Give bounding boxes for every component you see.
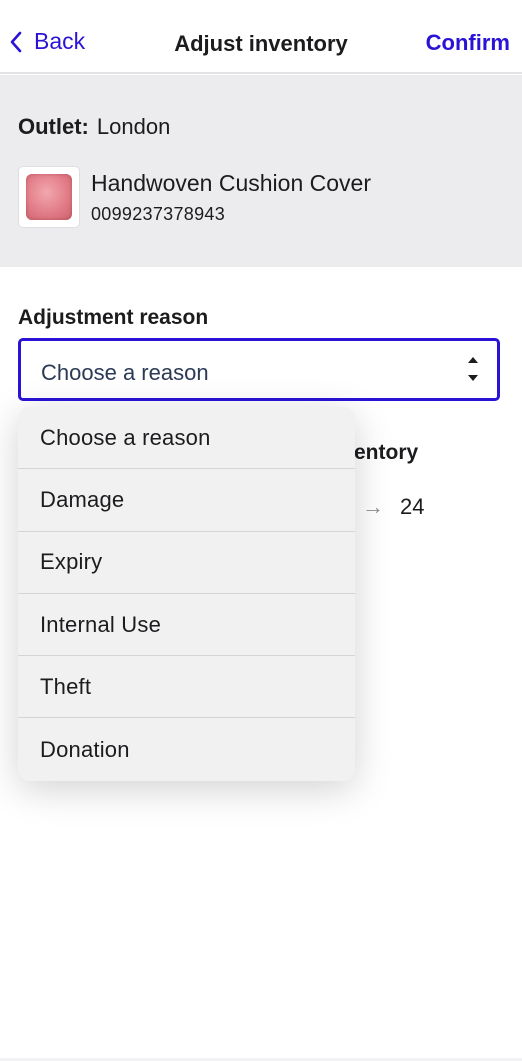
adjustment-reason-select[interactable]: Choose a reason (18, 338, 500, 401)
product-summary: Outlet: London Handwoven Cushion Cover 00… (0, 75, 522, 267)
select-value: Choose a reason (41, 360, 209, 385)
reason-dropdown-menu: Choose a reason Damage Expiry Internal U… (18, 407, 355, 781)
outlet-row: Outlet: London (18, 114, 170, 140)
option-donation[interactable]: Donation (18, 718, 355, 780)
cushion-image (26, 174, 72, 220)
option-damage[interactable]: Damage (18, 469, 355, 532)
option-internal-use[interactable]: Internal Use (18, 594, 355, 657)
outlet-value: London (96, 114, 171, 139)
adjustment-reason-label: Adjustment reason (18, 306, 209, 329)
up-down-arrows-icon (468, 357, 478, 381)
inventory-label: entory (354, 441, 419, 464)
navigation-bar: Back Adjust inventory Confirm (0, 0, 522, 74)
option-theft[interactable]: Theft (18, 656, 355, 719)
outlet-label: Outlet: (18, 114, 89, 139)
product-thumbnail (18, 166, 80, 228)
arrow-right-icon: → (362, 494, 384, 519)
new-inventory-value: 24 (400, 494, 425, 519)
option-expiry[interactable]: Expiry (18, 532, 355, 594)
option-choose-a-reason[interactable]: Choose a reason (18, 407, 355, 470)
product-name: Handwoven Cushion Cover (91, 170, 371, 196)
confirm-button[interactable]: Confirm (426, 30, 510, 56)
product-sku: 0099237378943 (91, 204, 226, 224)
